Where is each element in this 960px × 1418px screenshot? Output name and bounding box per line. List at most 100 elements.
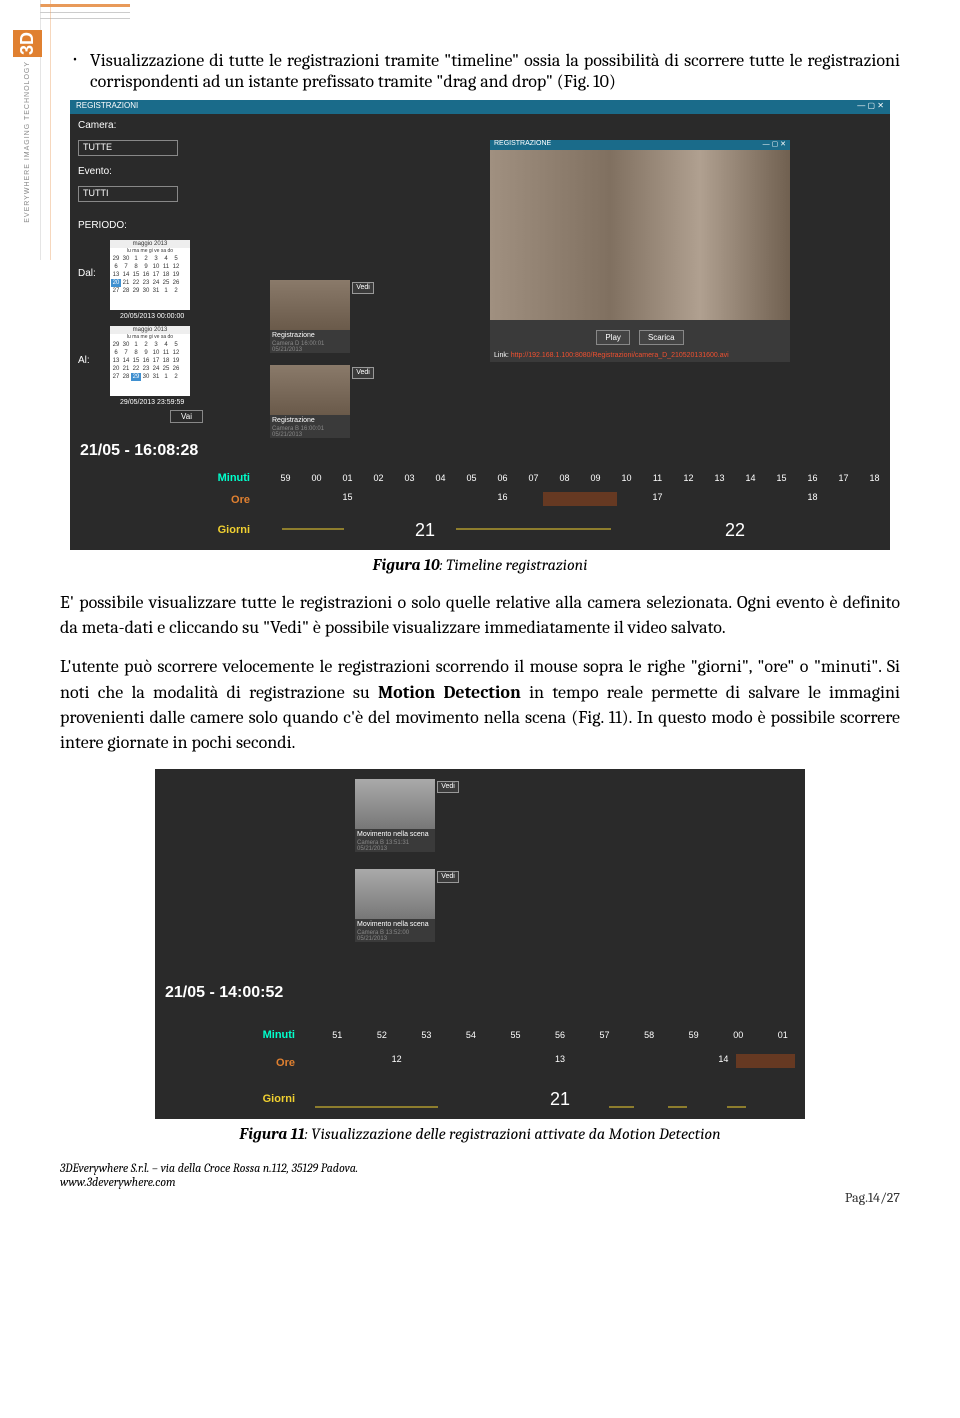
- tick: 12: [315, 1054, 478, 1072]
- dal-label: Dal:: [78, 268, 96, 279]
- preview-buttons: Play Scarica: [490, 320, 790, 349]
- tick: 52: [360, 1030, 405, 1040]
- link-url[interactable]: http://192.168.1.100:8080/Registrazioni/…: [511, 352, 729, 359]
- thumb-meta: Camera B 13:52:00 05/21/2013: [355, 930, 435, 942]
- link-label: Link:: [494, 352, 509, 359]
- calendar-days-to[interactable]: 293012345 6789101112 13141516171819 2021…: [110, 340, 190, 382]
- recording-thumb-1[interactable]: Vedi Registrazione Camera D 16:00:01 05/…: [270, 280, 350, 353]
- window-titlebar: REGISTRAZIONI — ▢ ✕: [70, 100, 890, 114]
- logo-3d: 3D: [13, 30, 42, 57]
- tick: 51: [315, 1030, 360, 1040]
- tick: 11: [642, 473, 673, 483]
- thumb-label: Movimento nella scena: [355, 829, 435, 840]
- calendar-month: maggio 2013: [110, 240, 190, 248]
- caption-bold: Figura 10: [373, 556, 440, 574]
- tick: 22: [580, 520, 890, 540]
- thumb-image: [355, 779, 435, 829]
- giorni-ticks: 2122: [270, 520, 890, 540]
- preview-titlebar: REGISTRAZIONE — ▢ ✕: [490, 140, 790, 150]
- tick: 58: [627, 1030, 672, 1040]
- tick: 53: [404, 1030, 449, 1040]
- tick: 18: [735, 492, 890, 508]
- thumb-meta: Camera D 16:00:01 05/21/2013: [270, 341, 350, 353]
- tick: 21: [270, 520, 580, 540]
- ore-ticks: 15161718: [270, 492, 890, 508]
- thumb-label: Registrazione: [270, 330, 350, 341]
- preview-window-buttons: — ▢ ✕: [763, 140, 786, 148]
- tick: 54: [449, 1030, 494, 1040]
- window-title: REGISTRAZIONI: [76, 101, 138, 110]
- vai-button[interactable]: Vai: [170, 410, 203, 423]
- tick: 56: [538, 1030, 583, 1040]
- vedi-button[interactable]: Vedi: [352, 282, 374, 294]
- footer-company: 3DEverywhere S.r.l. – via della Croce Ro…: [60, 1161, 900, 1175]
- giorni-ticks: 21: [315, 1089, 805, 1109]
- tick: 18: [859, 473, 890, 483]
- minuti-ticks: 5152535455565758590001: [315, 1030, 805, 1040]
- timeline-giorni[interactable]: Giorni 21: [155, 1089, 805, 1109]
- tick: 07: [518, 473, 549, 483]
- tick: 02: [363, 473, 394, 483]
- to-datetime: 29/05/2013 23:59:59: [120, 399, 184, 406]
- timeline-timestamp: 21/05 - 14:00:52: [165, 984, 283, 1002]
- timeline-minuti[interactable]: Minuti 590001020304050607080910111213141…: [70, 472, 890, 484]
- calendar-from[interactable]: maggio 2013 lu ma me gi ve sa do 2930123…: [110, 240, 190, 310]
- thumb-label: Registrazione: [270, 415, 350, 426]
- paragraph-1: E' possibile visualizzare tutte le regis…: [60, 590, 900, 640]
- tick: 03: [394, 473, 425, 483]
- timeline-minuti[interactable]: Minuti 5152535455565758590001: [155, 1029, 805, 1041]
- para2-bold: Motion Detection: [378, 682, 521, 703]
- timeline-ore[interactable]: Ore 121314: [155, 1054, 805, 1072]
- thumb-label: Movimento nella scena: [355, 919, 435, 930]
- evento-dropdown[interactable]: TUTTI: [78, 186, 178, 202]
- vedi-button[interactable]: Vedi: [352, 367, 374, 379]
- scarica-button[interactable]: Scarica: [639, 330, 684, 345]
- from-datetime: 20/05/2013 00:00:00: [120, 313, 184, 320]
- logo-tagline: EVERYWHERE IMAGING TECHNOLOGY: [24, 61, 31, 223]
- motion-thumb-2[interactable]: Vedi Movimento nella scena Camera B 13:5…: [355, 869, 435, 942]
- tick: 13: [478, 1054, 641, 1072]
- tick: 09: [580, 473, 611, 483]
- figure-11-screenshot: Vedi Movimento nella scena Camera B 13:5…: [155, 769, 805, 1119]
- vedi-button[interactable]: Vedi: [437, 781, 459, 793]
- preview-video[interactable]: [490, 150, 790, 320]
- giorni-label: Giorni: [70, 524, 270, 536]
- play-button[interactable]: Play: [596, 330, 630, 345]
- minuti-ticks: 5900010203040506070809101112131415161718: [270, 473, 890, 483]
- vedi-button[interactable]: Vedi: [437, 871, 459, 883]
- camera-label: Camera:: [78, 120, 116, 131]
- page-footer: 3DEverywhere S.r.l. – via della Croce Ro…: [60, 1161, 900, 1189]
- giorni-label: Giorni: [155, 1093, 315, 1105]
- tick: 08: [549, 473, 580, 483]
- tick: 59: [270, 473, 301, 483]
- tick: 15: [270, 492, 425, 508]
- timeline-giorni[interactable]: Giorni 2122: [70, 520, 890, 540]
- tick: 16: [797, 473, 828, 483]
- recording-thumb-2[interactable]: Vedi Registrazione Camera B 16:00:01 05/…: [270, 365, 350, 438]
- thumb-image: [270, 280, 350, 330]
- figure-10-screenshot: REGISTRAZIONI — ▢ ✕ Camera: TUTTE Evento…: [70, 100, 890, 550]
- calendar-to[interactable]: maggio 2013 lu ma me gi ve sa do 2930123…: [110, 326, 190, 396]
- footer-url: www.3deverywhere.com: [60, 1175, 900, 1189]
- preview-link: Link: http://192.168.1.100:8080/Registra…: [490, 349, 790, 362]
- timeline-timestamp: 21/05 - 16:08:28: [80, 442, 198, 460]
- ore-label: Ore: [70, 494, 270, 506]
- tick: 12: [673, 473, 704, 483]
- motion-thumb-1[interactable]: Vedi Movimento nella scena Camera B 13:5…: [355, 779, 435, 852]
- figure-11-caption: Figura 11: Visualizzazione delle registr…: [60, 1125, 900, 1143]
- caption-bold: Figura 11: [239, 1125, 304, 1143]
- camera-dropdown[interactable]: TUTTE: [78, 140, 178, 156]
- thumb-meta: Camera B 13:51:31 05/21/2013: [355, 840, 435, 852]
- calendar-days[interactable]: 293012345 6789101112 13141516171819 2021…: [110, 254, 190, 296]
- tick: 15: [766, 473, 797, 483]
- bullet-text: Visualizzazione di tutte le registrazion…: [90, 50, 900, 92]
- tick: 59: [671, 1030, 716, 1040]
- tick: 05: [456, 473, 487, 483]
- window-buttons: — ▢ ✕: [857, 101, 884, 110]
- figure-10-caption: Figura 10: Timeline registrazioni: [60, 556, 900, 574]
- minuti-label: Minuti: [70, 472, 270, 484]
- timeline-ore[interactable]: Ore 15161718: [70, 492, 890, 508]
- ore-ticks: 121314: [315, 1054, 805, 1072]
- page-decoration: [40, 0, 150, 30]
- caption-rest: : Timeline registrazioni: [440, 556, 588, 574]
